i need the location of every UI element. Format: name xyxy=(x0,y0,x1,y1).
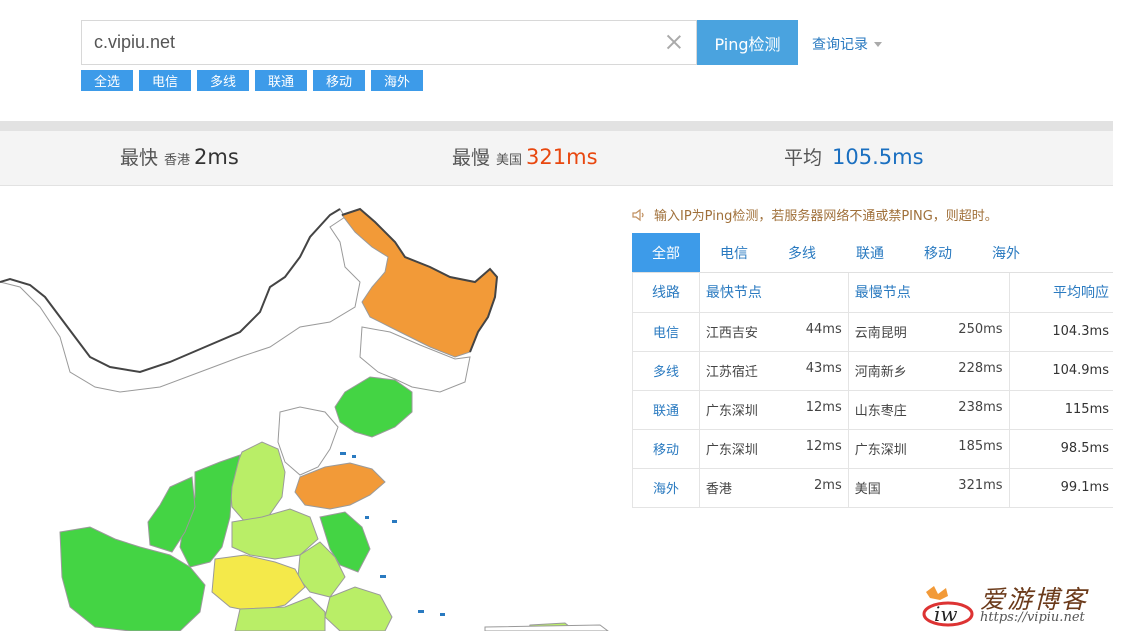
avg-ms: 99.1ms xyxy=(1008,467,1113,508)
slow-node: 云南昆明 xyxy=(854,326,907,341)
watermark-url: https://vipiu.net xyxy=(980,610,1085,625)
close-icon[interactable] xyxy=(664,32,684,52)
filter-tag-multiline[interactable]: 多线 xyxy=(197,70,249,91)
ping-page: Ping检测 查询记录 全选 电信 多线 联通 移动 海外 最快 香港 2ms … xyxy=(0,0,1141,631)
map-region-zhejiang[interactable] xyxy=(324,586,393,631)
map-region-liaoning[interactable] xyxy=(334,376,413,438)
line-tabs: 全部 电信 多线 联通 移动 海外 xyxy=(632,233,1113,273)
map-region-hubei[interactable] xyxy=(211,554,306,613)
svg-text:iw: iw xyxy=(934,602,958,626)
stat-fastest-value: 2ms xyxy=(194,145,239,169)
map-svg xyxy=(0,207,609,631)
speaker-icon xyxy=(632,208,644,221)
stat-slowest-value: 321ms xyxy=(526,145,598,169)
avg-ms: 98.5ms xyxy=(1008,428,1113,469)
stat-average-value: 105.5ms xyxy=(832,145,924,169)
tab-overseas[interactable]: 海外 xyxy=(972,233,1040,272)
stat-slowest-location: 美国 xyxy=(496,153,523,168)
stat-slowest: 最慢 美国 321ms xyxy=(452,143,598,170)
china-ping-map xyxy=(0,187,615,631)
caret-down-icon xyxy=(874,41,882,47)
table-header-row: 线路 最快节点 最慢节点 平均响应 xyxy=(632,273,1113,313)
stats-bar: 最快 香港 2ms 最慢 美国 321ms 平均 105.5ms xyxy=(0,121,1113,186)
stat-average: 平均 105.5ms xyxy=(784,143,924,170)
row-line: 联通 xyxy=(632,389,700,430)
row-line: 移动 xyxy=(632,428,700,469)
tab-mobile[interactable]: 移动 xyxy=(904,233,972,272)
row-line: 电信 xyxy=(632,311,700,352)
stat-fastest: 最快 香港 2ms xyxy=(120,143,239,170)
header-fastest: 最快节点 xyxy=(698,273,849,313)
filter-tag-mobile[interactable]: 移动 xyxy=(313,70,365,91)
header-slowest: 最慢节点 xyxy=(847,273,1010,313)
table-row: 联通 广东深圳 12ms 山东枣庄 238ms 115ms xyxy=(632,389,1113,430)
table-row: 海外 香港 2ms 美国 321ms 99.1ms xyxy=(632,467,1113,508)
watermark-logo-icon: iw xyxy=(922,586,974,627)
stat-fastest-location: 香港 xyxy=(164,153,191,168)
fast-ms: 44ms xyxy=(805,322,842,337)
map-region-inner-mongolia[interactable] xyxy=(0,208,361,393)
avg-ms: 104.3ms xyxy=(1008,311,1113,352)
slow-ms: 250ms xyxy=(958,322,1003,337)
table-row: 电信 江西吉安 44ms 云南昆明 250ms 104.3ms xyxy=(632,311,1113,352)
history-label: 查询记录 xyxy=(812,37,868,53)
fast-ms: 2ms xyxy=(814,478,842,493)
search-input[interactable] xyxy=(82,21,662,64)
map-region-taiwan[interactable] xyxy=(484,624,609,631)
fast-node: 广东深圳 xyxy=(705,404,758,419)
history-dropdown[interactable]: 查询记录 xyxy=(812,34,882,54)
slow-node: 广东深圳 xyxy=(854,443,907,458)
slow-ms: 238ms xyxy=(958,400,1003,415)
map-region-shanxi[interactable] xyxy=(229,441,286,523)
watermark: iw 爱游博客 https://vipiu.net xyxy=(920,578,1120,628)
header-average: 平均响应 xyxy=(1008,273,1113,313)
table-row: 多线 江苏宿迁 43ms 河南新乡 228ms 104.9ms xyxy=(632,350,1113,391)
slow-ms: 228ms xyxy=(958,361,1003,376)
slow-node: 山东枣庄 xyxy=(854,404,907,419)
tab-all[interactable]: 全部 xyxy=(632,233,700,272)
fast-node: 江西吉安 xyxy=(705,326,758,341)
ping-button[interactable]: Ping检测 xyxy=(697,20,798,65)
slow-ms: 185ms xyxy=(958,439,1003,454)
fast-node: 江苏宿迁 xyxy=(705,365,758,380)
fast-ms: 12ms xyxy=(805,439,842,454)
tab-multiline[interactable]: 多线 xyxy=(768,233,836,272)
results-table: 线路 最快节点 最慢节点 平均响应 电信 江西吉安 44ms 云南昆明 250ms … xyxy=(632,273,1113,508)
stat-slowest-label: 最慢 xyxy=(452,147,491,169)
notice-text: 输入IP为Ping检测，若服务器网络不通或禁PING，则超时。 xyxy=(654,209,998,224)
filter-tag-telecom[interactable]: 电信 xyxy=(139,70,191,91)
stat-average-label: 平均 xyxy=(784,147,823,169)
stat-fastest-label: 最快 xyxy=(120,147,159,169)
slow-ms: 321ms xyxy=(958,478,1003,493)
search-box xyxy=(81,20,697,65)
header-line: 线路 xyxy=(632,273,700,313)
table-row: 移动 广东深圳 12ms 广东深圳 185ms 98.5ms xyxy=(632,428,1113,469)
slow-node: 美国 xyxy=(854,482,881,497)
tab-unicom[interactable]: 联通 xyxy=(836,233,904,272)
fast-node: 香港 xyxy=(705,482,732,497)
row-line: 多线 xyxy=(632,350,700,391)
fast-node: 广东深圳 xyxy=(705,443,758,458)
filter-tag-overseas[interactable]: 海外 xyxy=(371,70,423,91)
slow-node: 河南新乡 xyxy=(854,365,907,380)
avg-ms: 115ms xyxy=(1008,389,1113,430)
filter-tag-all[interactable]: 全选 xyxy=(81,70,133,91)
filter-tag-unicom[interactable]: 联通 xyxy=(255,70,307,91)
tab-telecom[interactable]: 电信 xyxy=(700,233,768,272)
fast-ms: 43ms xyxy=(805,361,842,376)
map-region-hebei[interactable] xyxy=(277,406,339,476)
filter-tags: 全选 电信 多线 联通 移动 海外 xyxy=(81,70,423,91)
avg-ms: 104.9ms xyxy=(1008,350,1113,391)
notice: 输入IP为Ping检测，若服务器网络不通或禁PING，则超时。 xyxy=(632,205,998,224)
row-line: 海外 xyxy=(632,467,700,508)
fast-ms: 12ms xyxy=(805,400,842,415)
